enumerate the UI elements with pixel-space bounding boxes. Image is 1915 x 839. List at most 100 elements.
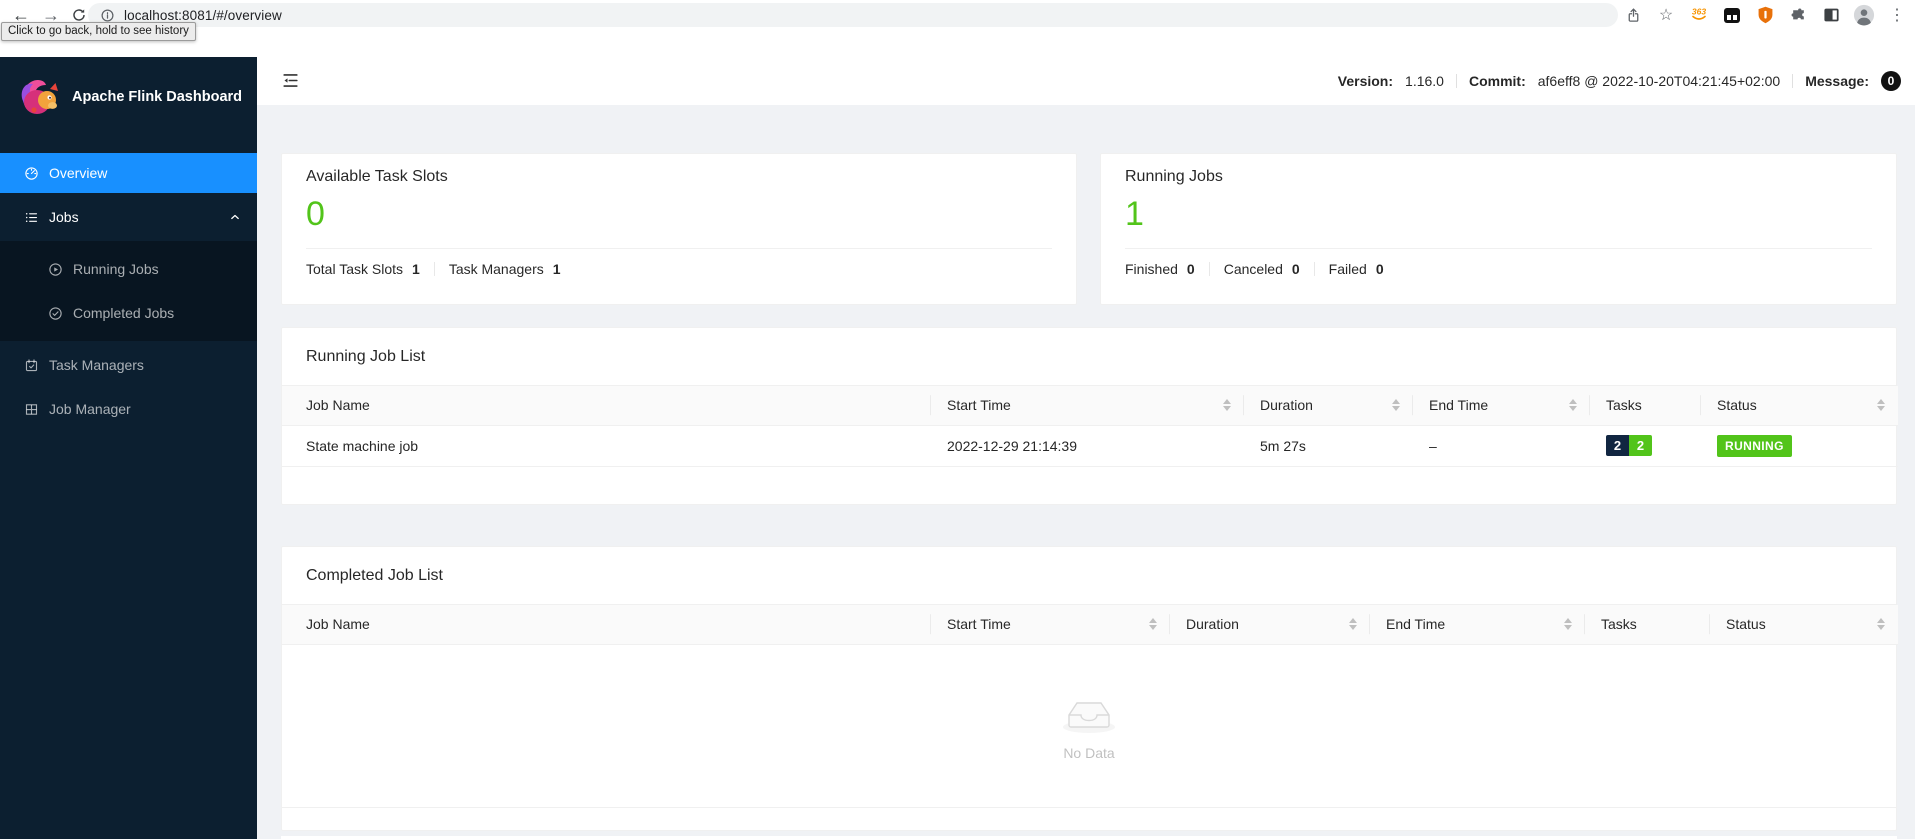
- sidebar-collapse-button[interactable]: [281, 71, 301, 91]
- cell-job-name[interactable]: State machine job: [282, 425, 931, 467]
- calendar-check-icon: [24, 358, 39, 373]
- play-circle-icon: [48, 262, 63, 277]
- main-content: Available Task Slots 0 Total Task Slots …: [257, 105, 1915, 839]
- cell-status: RUNNING: [1701, 425, 1898, 467]
- column-header-tasks: Tasks: [1590, 386, 1701, 426]
- profile-avatar[interactable]: [1852, 3, 1876, 27]
- column-header-status[interactable]: Status: [1710, 605, 1898, 645]
- browser-menu-button[interactable]: ⋮: [1885, 3, 1909, 27]
- reload-icon: [73, 9, 85, 21]
- sort-icon[interactable]: [1392, 399, 1400, 412]
- svg-text:363: 363: [1692, 7, 1706, 17]
- column-header-start-time[interactable]: Start Time: [931, 386, 1244, 426]
- sort-icon[interactable]: [1223, 399, 1231, 412]
- sidebar-item-overview[interactable]: Overview: [0, 153, 257, 193]
- extension-dark-icon[interactable]: [1720, 3, 1744, 27]
- share-button[interactable]: [1621, 3, 1645, 27]
- sidebar-menu: Overview Jobs Running Jobs Completed Job…: [0, 137, 257, 429]
- completed-job-list-title: Completed Job List: [282, 547, 1896, 605]
- divider: [1313, 261, 1315, 276]
- cell-start-time: 2022-12-29 21:14:39: [931, 425, 1244, 467]
- share-icon: [1628, 7, 1638, 22]
- sidebar-item-label: Completed Jobs: [73, 305, 175, 321]
- sort-icon[interactable]: [1877, 399, 1885, 412]
- address-bar[interactable]: localhost:8081/#/overview: [88, 3, 1618, 27]
- stat-label: Canceled: [1223, 260, 1283, 277]
- column-header-duration[interactable]: Duration: [1170, 605, 1370, 645]
- sidebar-item-jobs[interactable]: Jobs: [0, 197, 257, 237]
- sidebar-item-label: Running Jobs: [73, 261, 159, 277]
- page-info-icon[interactable]: [100, 8, 115, 23]
- empty-text: No Data: [1063, 744, 1115, 761]
- sidebar-item-label: Task Managers: [49, 357, 144, 373]
- list-icon: [24, 210, 39, 225]
- sort-icon[interactable]: [1149, 618, 1157, 631]
- version-value: 1.16.0: [1405, 73, 1444, 89]
- sidebar-item-label: Overview: [49, 165, 108, 181]
- sidebar-item-task-managers[interactable]: Task Managers: [0, 345, 257, 385]
- back-button-tooltip: Click to go back, hold to see history: [1, 22, 196, 41]
- running-job-list-title: Running Job List: [282, 328, 1896, 386]
- sidebar: Apache Flink Dashboard Overview Jobs Run…: [0, 57, 257, 839]
- divider: [1208, 261, 1210, 276]
- browser-toolbar: ← → localhost:8081/#/overview ☆ 363 ⋮ Cl…: [0, 0, 1915, 41]
- sidebar-item-running-jobs[interactable]: Running Jobs: [0, 249, 257, 289]
- stat-value: 1: [552, 260, 561, 277]
- chevron-up-icon: [229, 210, 241, 226]
- card-title: Running Jobs: [1125, 168, 1223, 185]
- sort-icon[interactable]: [1349, 618, 1357, 631]
- dashboard-icon: [24, 166, 39, 181]
- sidebar-item-label: Job Manager: [49, 401, 131, 417]
- card-footer-space: [282, 808, 1896, 830]
- message-label: Message:: [1805, 73, 1869, 89]
- extensions-puzzle-button[interactable]: [1786, 3, 1810, 27]
- extension-363-icon[interactable]: 363: [1687, 3, 1711, 27]
- column-header-end-time[interactable]: End Time: [1413, 386, 1590, 426]
- stat-label: Task Managers: [448, 260, 544, 277]
- commit-value: af6eff8 @ 2022-10-20T04:21:45+02:00: [1537, 73, 1781, 89]
- flink-logo: [21, 79, 58, 114]
- tasks-total-badge: 2: [1606, 435, 1629, 456]
- sort-icon[interactable]: [1564, 618, 1572, 631]
- running-jobs-value: 1: [1125, 195, 1144, 233]
- status-badge: RUNNING: [1717, 434, 1792, 457]
- sort-icon[interactable]: [1569, 399, 1577, 412]
- app-title: Apache Flink Dashboard: [72, 89, 243, 105]
- sidebar-item-label: Jobs: [49, 209, 79, 225]
- running-jobs-card: Running Jobs 1 Finished 0 Canceled 0 Fai…: [1100, 153, 1897, 305]
- cell-tasks: 2 2: [1590, 425, 1701, 467]
- stat-value: 1: [412, 260, 420, 277]
- column-header-duration[interactable]: Duration: [1244, 386, 1413, 426]
- tasks-running-badge: 2: [1629, 435, 1652, 456]
- available-task-slots-card: Available Task Slots 0 Total Task Slots …: [281, 153, 1077, 305]
- empty-state: No Data: [282, 645, 1896, 808]
- column-header-job-name: Job Name: [282, 386, 931, 426]
- running-job-table: Job Name Start Time Duration End Time Ta…: [282, 386, 1898, 467]
- divider: [1792, 74, 1794, 88]
- extension-shield-icon[interactable]: [1753, 3, 1777, 27]
- build-blocks-icon: [24, 402, 39, 417]
- sidebar-logo-row: Apache Flink Dashboard: [0, 57, 257, 137]
- stat-label: Failed: [1328, 260, 1367, 277]
- sort-icon[interactable]: [1877, 618, 1885, 631]
- running-job-list-card: Running Job List Job Name Start Time Dur…: [281, 327, 1898, 505]
- url-text[interactable]: localhost:8081/#/overview: [124, 8, 282, 23]
- table-row[interactable]: State machine job 2022-12-29 21:14:39 5m…: [282, 425, 1898, 467]
- stat-label: Total Task Slots: [306, 260, 404, 277]
- column-header-status[interactable]: Status: [1701, 386, 1898, 426]
- divider: [1455, 74, 1457, 88]
- header-meta: Version: 1.16.0 Commit: af6eff8 @ 2022-1…: [1338, 57, 1901, 105]
- cell-end-time: –: [1413, 425, 1590, 467]
- message-count-badge[interactable]: 0: [1881, 71, 1901, 91]
- commit-label: Commit:: [1468, 73, 1526, 89]
- stat-label: Finished: [1125, 260, 1178, 277]
- sidebar-item-completed-jobs[interactable]: Completed Jobs: [0, 293, 257, 333]
- sidebar-item-job-manager[interactable]: Job Manager: [0, 389, 257, 429]
- stat-value: 0: [1291, 260, 1300, 277]
- side-panel-button[interactable]: [1819, 3, 1843, 27]
- completed-job-table: Job Name Start Time Duration End Time Ta…: [282, 605, 1898, 645]
- app-header: Version: 1.16.0 Commit: af6eff8 @ 2022-1…: [257, 57, 1915, 105]
- bookmark-star-button[interactable]: ☆: [1654, 3, 1678, 27]
- column-header-end-time[interactable]: End Time: [1370, 605, 1585, 645]
- column-header-start-time[interactable]: Start Time: [931, 605, 1170, 645]
